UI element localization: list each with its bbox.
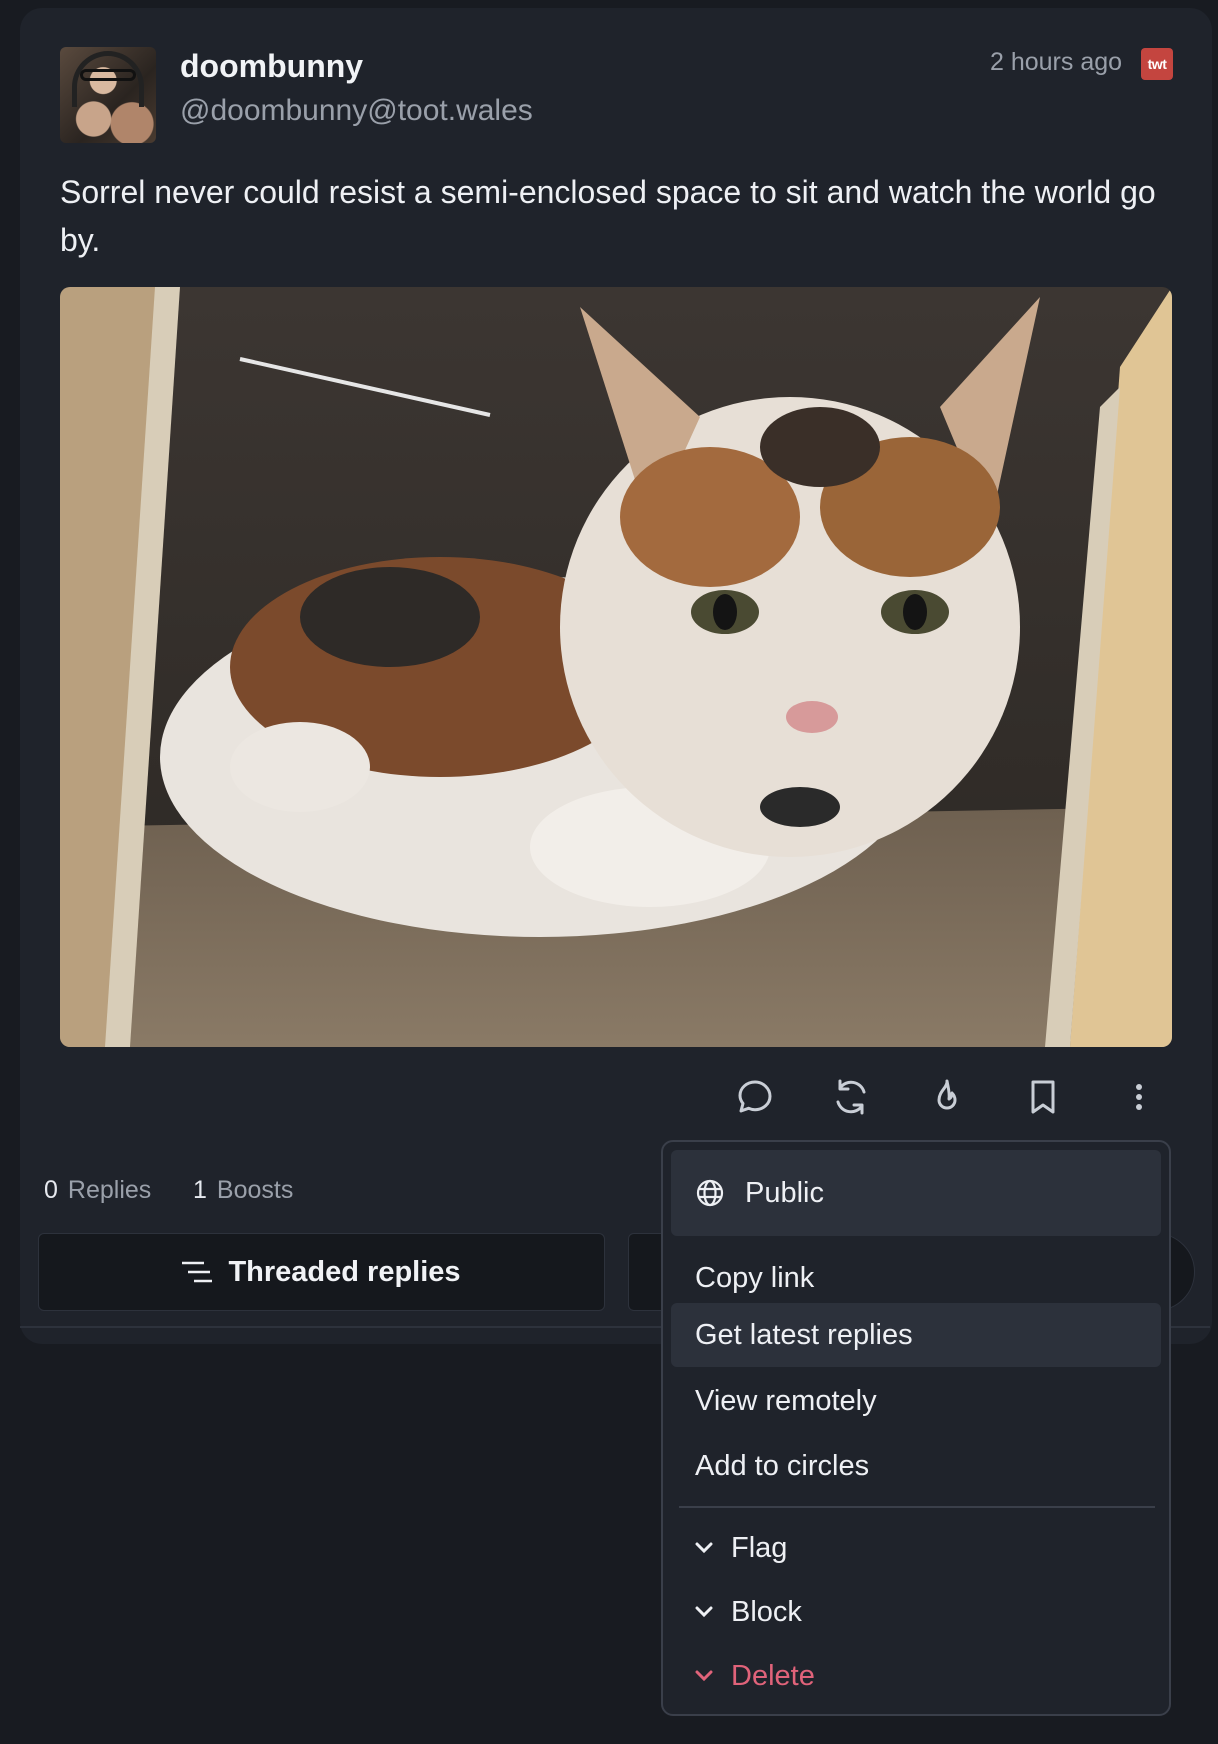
glasses-shape bbox=[80, 69, 136, 81]
boosts-count: 1 bbox=[193, 1176, 207, 1204]
block-label: Block bbox=[731, 1595, 802, 1628]
menu-delete[interactable]: Delete bbox=[671, 1644, 1161, 1708]
menu-block[interactable]: Block bbox=[671, 1580, 1161, 1644]
threaded-replies-label: Threaded replies bbox=[228, 1255, 461, 1288]
menu-add-to-circles[interactable]: Add to circles bbox=[671, 1434, 1161, 1498]
flag-label: Flag bbox=[731, 1531, 788, 1564]
chevron-down-icon bbox=[695, 1542, 713, 1554]
replies-label: Replies bbox=[67, 1176, 152, 1204]
speech-bubble-icon bbox=[738, 1080, 772, 1113]
avatar[interactable] bbox=[60, 47, 156, 143]
chevron-down-icon bbox=[695, 1606, 713, 1618]
post-timestamp[interactable]: 2 hours ago bbox=[990, 48, 1122, 77]
flame-icon bbox=[937, 1079, 957, 1110]
post-menu: Public Copy link Get latest replies View… bbox=[661, 1140, 1171, 1716]
visibility-label: Public bbox=[745, 1176, 824, 1209]
more-button[interactable] bbox=[1116, 1074, 1162, 1120]
bookmark-icon bbox=[1031, 1080, 1055, 1114]
boosts-label: Boosts bbox=[216, 1176, 294, 1204]
globe-icon bbox=[696, 1179, 724, 1207]
post-text: Sorrel never could resist a semi-enclose… bbox=[60, 174, 1156, 258]
delete-label: Delete bbox=[731, 1659, 815, 1692]
favourite-button[interactable] bbox=[924, 1074, 970, 1120]
boost-button[interactable] bbox=[828, 1074, 874, 1120]
server-badge: twt bbox=[1141, 48, 1173, 80]
bookmark-button[interactable] bbox=[1020, 1074, 1066, 1120]
author-handle[interactable]: @doombunny@toot.wales bbox=[180, 94, 533, 128]
replies-stat[interactable]: 0 Replies bbox=[44, 1176, 151, 1205]
boosts-stat[interactable]: 1 Boosts bbox=[193, 1176, 293, 1205]
chevron-down-icon bbox=[695, 1670, 713, 1682]
menu-separator bbox=[679, 1506, 1155, 1508]
cat-photo-illustration bbox=[60, 287, 1172, 1047]
menu-get-latest-replies[interactable]: Get latest replies bbox=[671, 1303, 1161, 1367]
threaded-replies-tab[interactable]: Threaded replies bbox=[38, 1233, 605, 1311]
replies-count: 0 bbox=[44, 1176, 58, 1204]
post-image[interactable] bbox=[60, 287, 1172, 1047]
menu-copy-link[interactable]: Copy link bbox=[671, 1246, 1161, 1310]
refresh-icon bbox=[836, 1079, 866, 1115]
reply-button[interactable] bbox=[732, 1074, 778, 1120]
menu-flag[interactable]: Flag bbox=[671, 1516, 1161, 1580]
menu-view-remotely[interactable]: View remotely bbox=[671, 1369, 1161, 1433]
vertical-dots-icon bbox=[1136, 1084, 1142, 1110]
thread-lines-icon bbox=[182, 1261, 213, 1283]
menu-visibility[interactable]: Public bbox=[671, 1150, 1161, 1236]
author-name[interactable]: doombunny bbox=[180, 48, 363, 85]
